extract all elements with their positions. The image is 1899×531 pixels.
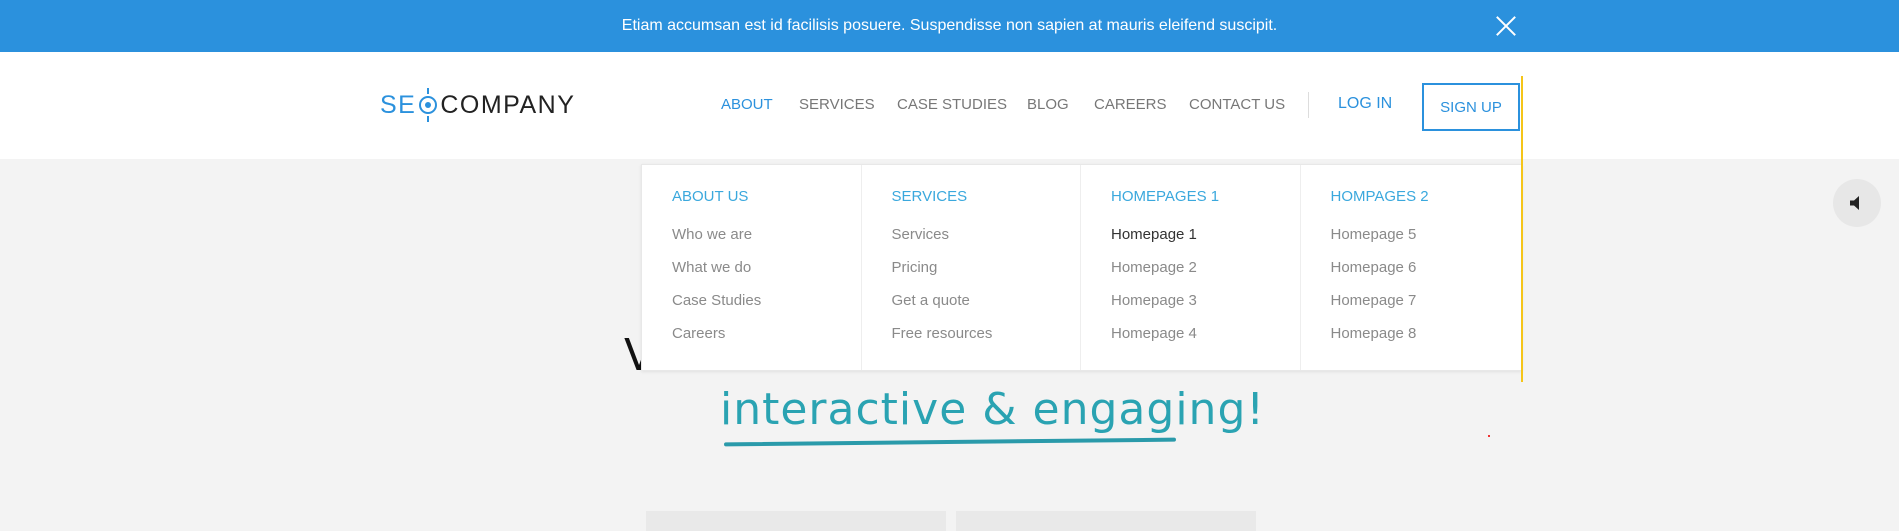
nav-services[interactable]: SERVICES: [799, 96, 875, 113]
mega-heading: HOMEPAGES 1: [1111, 188, 1220, 205]
login-link[interactable]: LOG IN: [1338, 95, 1392, 113]
mega-column-homepages-1: HOMEPAGES 1 Homepage 1 Homepage 2 Homepa…: [1081, 165, 1301, 370]
hero-headline-highlight: interactive & engaging!: [720, 384, 1266, 435]
logo-text-seo: SE: [380, 90, 417, 119]
nav-case-studies[interactable]: CASE STUDIES: [897, 96, 1007, 113]
mega-heading: SERVICES: [891, 188, 968, 205]
nav-divider: [1308, 92, 1309, 118]
speaker-icon[interactable]: [1833, 179, 1881, 227]
nav-contact-us[interactable]: CONTACT US: [1189, 96, 1285, 113]
announcement-text: Etiam accumsan est id facilisis posuere.…: [621, 17, 1278, 34]
mega-heading: HOMPAGES 2: [1330, 188, 1429, 205]
mega-column-about: ABOUT US Who we are What we do Case Stud…: [642, 165, 862, 370]
close-icon[interactable]: [1496, 16, 1516, 36]
menu-item-free-resources[interactable]: Free resources: [892, 324, 1081, 357]
mega-column-homepages-2: HOMPAGES 2 Homepage 5 Homepage 6 Homepag…: [1301, 165, 1522, 370]
menu-item-case-studies[interactable]: Case Studies: [672, 291, 861, 324]
mega-heading: ABOUT US: [672, 188, 749, 205]
nav-careers[interactable]: CAREERS: [1094, 96, 1167, 113]
menu-item-homepage-4[interactable]: Homepage 4: [1111, 324, 1300, 357]
menu-item-homepage-2[interactable]: Homepage 2: [1111, 258, 1300, 291]
mega-menu: ABOUT US Who we are What we do Case Stud…: [641, 164, 1522, 371]
menu-item-homepage-7[interactable]: Homepage 7: [1331, 291, 1522, 324]
mega-column-services: SERVICES Services Pricing Get a quote Fr…: [862, 165, 1081, 370]
menu-item-homepage-8[interactable]: Homepage 8: [1331, 324, 1522, 357]
menu-item-get-a-quote[interactable]: Get a quote: [892, 291, 1081, 324]
feature-card: [646, 511, 946, 531]
menu-item-homepage-1[interactable]: Homepage 1: [1111, 225, 1300, 258]
decorative-dot: [1488, 435, 1490, 437]
site-header: SE COMPANY ABOUT SERVICES CASE STUDIES B…: [0, 52, 1899, 159]
target-icon: [418, 88, 438, 122]
feature-card: [956, 511, 1256, 531]
signup-button[interactable]: SIGN UP: [1422, 83, 1520, 131]
nav-blog[interactable]: BLOG: [1027, 96, 1069, 113]
announcement-bar: Etiam accumsan est id facilisis posuere.…: [0, 0, 1899, 52]
menu-item-pricing[interactable]: Pricing: [892, 258, 1081, 291]
logo[interactable]: SE COMPANY: [380, 88, 575, 122]
hero-underline: [723, 437, 1177, 447]
menu-item-services[interactable]: Services: [892, 225, 1081, 258]
nav-about[interactable]: ABOUT: [721, 96, 773, 113]
menu-item-what-we-do[interactable]: What we do: [672, 258, 861, 291]
menu-item-homepage-3[interactable]: Homepage 3: [1111, 291, 1300, 324]
logo-text-company: COMPANY: [440, 90, 576, 119]
menu-item-careers[interactable]: Careers: [672, 324, 861, 357]
menu-item-who-we-are[interactable]: Who we are: [672, 225, 861, 258]
menu-item-homepage-6[interactable]: Homepage 6: [1331, 258, 1522, 291]
menu-item-homepage-5[interactable]: Homepage 5: [1331, 225, 1522, 258]
focus-outline: [1521, 76, 1523, 382]
